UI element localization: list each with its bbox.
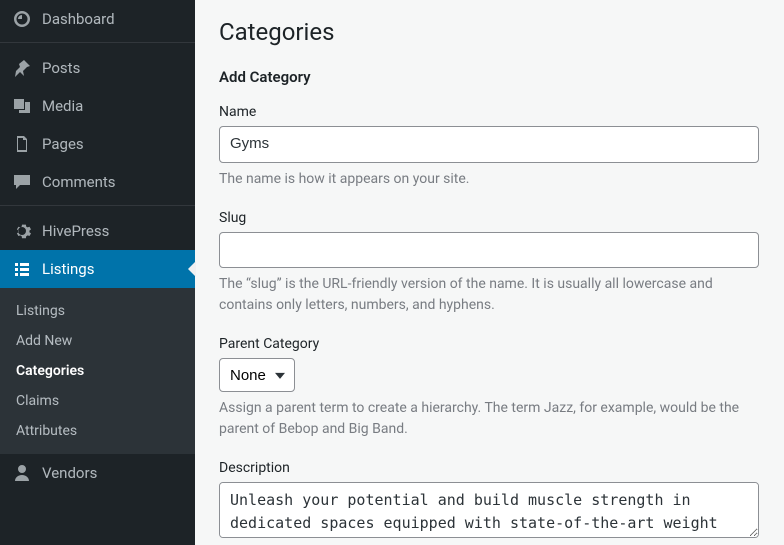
sidebar-submenu: Listings Add New Categories Claims Attri… [0, 288, 195, 454]
page-title: Categories [219, 18, 760, 46]
sidebar-item-label: Listings [42, 260, 94, 278]
field-parent: Parent Category None Assign a parent ter… [219, 336, 760, 440]
name-label: Name [219, 104, 760, 120]
submenu-item-attributes[interactable]: Attributes [0, 416, 195, 446]
sidebar-item-label: Dashboard [42, 10, 115, 28]
field-name: Name The name is how it appears on your … [219, 104, 760, 190]
sidebar-item-label: Pages [42, 135, 84, 153]
submenu-item-claims[interactable]: Claims [0, 386, 195, 416]
field-slug: Slug The “slug” is the URL-friendly vers… [219, 210, 760, 317]
sidebar-item-listings[interactable]: Listings [0, 250, 195, 288]
submenu-item-add-new[interactable]: Add New [0, 326, 195, 356]
sidebar-item-label: HivePress [42, 222, 109, 240]
slug-input[interactable] [219, 232, 759, 269]
slug-label: Slug [219, 210, 760, 226]
parent-label: Parent Category [219, 336, 760, 352]
section-title: Add Category [219, 68, 760, 86]
list-icon [12, 259, 32, 279]
sidebar-item-label: Vendors [42, 464, 97, 482]
field-description: Description Unleash your potential and b… [219, 460, 760, 542]
sidebar-item-pages[interactable]: Pages [0, 125, 195, 163]
sidebar-item-dashboard[interactable]: Dashboard [0, 0, 195, 38]
sidebar-item-vendors[interactable]: Vendors [0, 454, 195, 492]
user-icon [12, 463, 32, 483]
media-icon [12, 96, 32, 116]
sidebar-item-hivepress[interactable]: HivePress [0, 212, 195, 250]
dashboard-icon [12, 9, 32, 29]
sidebar-item-label: Posts [42, 59, 80, 77]
sidebar-item-posts[interactable]: Posts [0, 49, 195, 87]
sidebar-item-comments[interactable]: Comments [0, 163, 195, 201]
sidebar-item-media[interactable]: Media [0, 87, 195, 125]
submenu-item-categories[interactable]: Categories [0, 356, 195, 386]
name-help: The name is how it appears on your site. [219, 169, 759, 190]
description-textarea[interactable]: Unleash your potential and build muscle … [219, 482, 759, 538]
menu-separator [0, 38, 195, 43]
name-input[interactable] [219, 126, 759, 163]
menu-separator [0, 201, 195, 206]
main-content: Categories Add Category Name The name is… [195, 0, 784, 545]
sidebar-item-label: Comments [42, 173, 116, 191]
comment-icon [12, 172, 32, 192]
parent-help: Assign a parent term to create a hierarc… [219, 398, 759, 440]
parent-select[interactable]: None [219, 358, 295, 392]
description-label: Description [219, 460, 760, 476]
page-icon [12, 134, 32, 154]
sidebar-item-label: Media [42, 97, 83, 115]
slug-help: The “slug” is the URL-friendly version o… [219, 274, 759, 316]
submenu-item-listings[interactable]: Listings [0, 296, 195, 326]
pin-icon [12, 58, 32, 78]
admin-sidebar: Dashboard Posts Media Pages Commen [0, 0, 195, 545]
gear-icon [12, 221, 32, 241]
